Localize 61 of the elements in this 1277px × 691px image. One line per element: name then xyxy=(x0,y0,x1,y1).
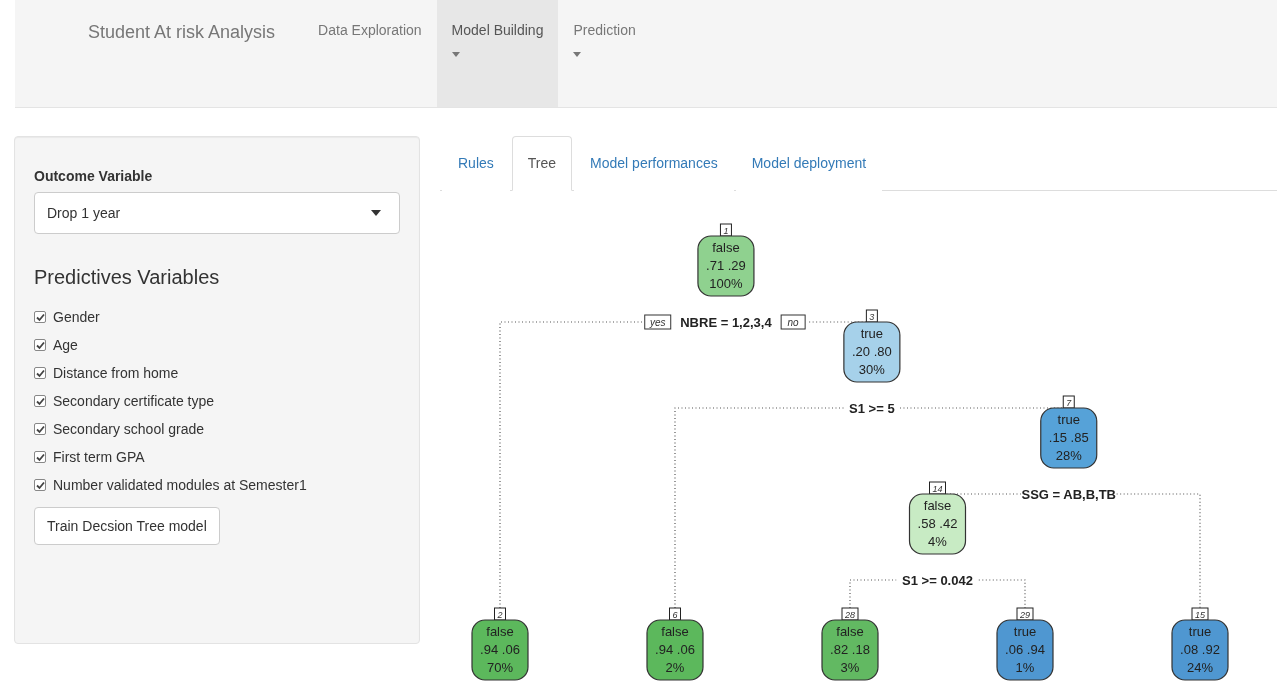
node-percent: 24% xyxy=(1187,660,1213,675)
checkbox[interactable] xyxy=(34,311,46,323)
node-class: false xyxy=(836,624,864,639)
node-percent: 70% xyxy=(487,660,513,675)
no-tag: no xyxy=(780,314,806,330)
checkbox-label: Gender xyxy=(53,309,100,325)
node-class: true xyxy=(860,326,884,341)
checkbox-label: Age xyxy=(53,337,78,353)
checkbox-label: Number validated modules at Semester1 xyxy=(53,477,307,493)
checkbox[interactable] xyxy=(34,367,46,379)
node-number: 28 xyxy=(841,607,859,621)
node-percent: 28% xyxy=(1055,448,1082,463)
checkbox-label: Distance from home xyxy=(53,365,179,381)
checkbox[interactable] xyxy=(34,451,46,463)
split-label: NBRE = 1,2,3,4 xyxy=(680,315,772,330)
node-probabilities: .82 .18 xyxy=(830,642,870,657)
node-class: true xyxy=(1013,624,1037,639)
node-class: false xyxy=(661,624,689,639)
checkbox-label: First term GPA xyxy=(53,449,145,465)
checkbox[interactable] xyxy=(34,423,46,435)
checkbox[interactable] xyxy=(34,479,46,491)
field-label: Outcome Variable xyxy=(34,168,154,184)
tab[interactable]: Tree xyxy=(511,136,573,191)
node-number: 14 xyxy=(929,481,946,495)
node-probabilities: .20 .80 xyxy=(852,344,892,359)
node-percent: 3% xyxy=(840,660,860,675)
node-probabilities: .06 .94 xyxy=(1005,642,1045,657)
checkbox-label: Secondary school grade xyxy=(53,421,204,437)
outcome-select[interactable]: Drop 1 year xyxy=(34,192,400,234)
checkbox[interactable] xyxy=(34,339,46,351)
node-class: false xyxy=(712,240,740,255)
node-number: 29 xyxy=(1016,607,1034,621)
caret-icon xyxy=(371,210,381,216)
section-title: Predictives Variables xyxy=(34,266,221,289)
node-class: false xyxy=(923,498,952,513)
nav-item[interactable]: Data Exploration xyxy=(303,0,437,107)
node-percent: 100% xyxy=(709,276,743,291)
nav-item[interactable]: Prediction xyxy=(558,0,651,107)
split-label: S1 >= 0.042 xyxy=(902,573,973,588)
node-probabilities: .58 .42 xyxy=(917,516,958,531)
node-percent: 4% xyxy=(928,534,947,549)
node-number: 15 xyxy=(1191,607,1209,621)
node-class: true xyxy=(1057,412,1080,427)
node-probabilities: .94 .06 xyxy=(480,642,520,657)
checkbox[interactable] xyxy=(34,395,46,407)
node-class: true xyxy=(1188,624,1212,639)
train-button[interactable]: Train Decsion Tree model xyxy=(34,507,220,545)
checkbox-label: Secondary certificate type xyxy=(53,393,215,409)
node-probabilities: .71 .29 xyxy=(706,258,746,273)
yes-tag: yes xyxy=(644,314,672,330)
nav-item[interactable]: Model Building xyxy=(436,0,559,107)
node-percent: 1% xyxy=(1015,660,1035,675)
split-label: SSG = AB,B,TB xyxy=(1021,487,1116,502)
node-probabilities: .08 .92 xyxy=(1180,642,1220,657)
node-class: false xyxy=(486,624,514,639)
node-percent: 2% xyxy=(665,660,685,675)
node-percent: 30% xyxy=(858,362,885,377)
node-probabilities: .94 .06 xyxy=(655,642,695,657)
app-brand[interactable]: Student At risk Analysis xyxy=(88,0,304,44)
split-label: S1 >= 5 xyxy=(849,401,895,416)
node-probabilities: .15 .85 xyxy=(1048,430,1089,445)
